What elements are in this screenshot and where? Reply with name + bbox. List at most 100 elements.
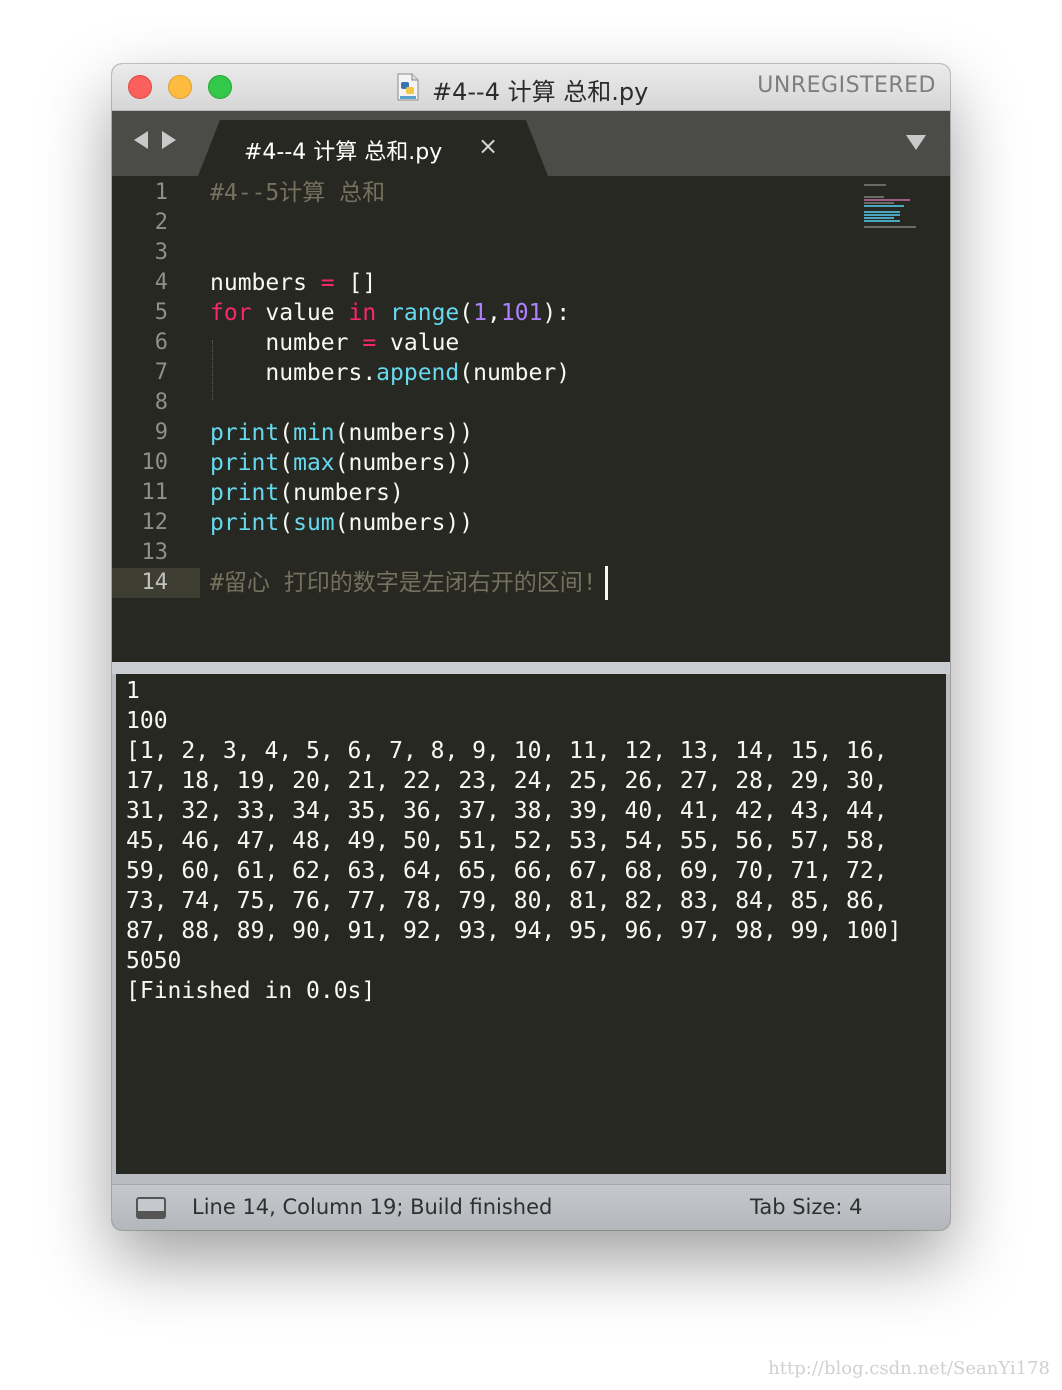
code-token: (numbers) xyxy=(279,480,404,506)
output-line: 5050 xyxy=(126,948,182,974)
code-token: in xyxy=(348,300,377,326)
output-line: [1, 2, 3, 4, 5, 6, 7, 8, 9, 10, 11, 12, … xyxy=(126,738,888,764)
code-line[interactable]: print(min(numbers)) xyxy=(210,418,473,448)
code-token: = xyxy=(320,270,335,296)
code-line[interactable]: number = value xyxy=(210,328,459,358)
text-cursor xyxy=(604,566,608,600)
gutter-row: 12 xyxy=(112,508,200,538)
minimap-line xyxy=(864,184,886,186)
gutter-row: 14 xyxy=(112,568,200,598)
gutter-row: 5 xyxy=(112,298,200,328)
minimize-window-button[interactable] xyxy=(168,75,192,99)
output-line: 1 xyxy=(126,678,140,704)
code-token: , xyxy=(487,300,501,326)
minimap-line xyxy=(864,196,884,198)
zoom-window-button[interactable] xyxy=(208,75,232,99)
code-token: (numbers)) xyxy=(334,510,474,536)
output-line: 31, 32, 33, 34, 35, 36, 37, 38, 39, 40, … xyxy=(126,798,888,824)
line-number: 11 xyxy=(141,480,169,505)
minimap-line xyxy=(864,211,900,213)
line-number: 2 xyxy=(154,210,168,235)
code-token: value xyxy=(251,300,349,326)
code-token: ): xyxy=(542,300,571,326)
code-line[interactable]: print(max(numbers)) xyxy=(210,448,473,478)
code-token: #留心 打印的数字是左闭右开的区间! xyxy=(210,570,597,596)
gutter-row: 4 xyxy=(112,268,200,298)
status-bar: Line 14, Column 19; Build finished Tab S… xyxy=(112,1184,950,1230)
close-window-button[interactable] xyxy=(128,75,152,99)
tab-close-icon[interactable]: × xyxy=(478,132,498,160)
gutter-row: 11 xyxy=(112,478,200,508)
code-line[interactable]: numbers = [] xyxy=(210,268,376,298)
minimap-line xyxy=(864,205,904,207)
minimap[interactable] xyxy=(864,184,924,234)
code-token: print xyxy=(210,450,280,476)
code-token: number xyxy=(210,330,363,356)
code-line[interactable]: print(numbers) xyxy=(210,478,404,508)
line-number: 14 xyxy=(141,570,169,595)
gutter-row: 9 xyxy=(112,418,200,448)
tab-bar: #4--4 计算 总和.py × xyxy=(112,111,950,176)
code-token: numbers. xyxy=(210,360,377,386)
output-line: 17, 18, 19, 20, 21, 22, 23, 24, 25, 26, … xyxy=(126,768,888,794)
code-line[interactable]: #留心 打印的数字是左闭右开的区间! xyxy=(210,568,597,598)
license-status-label: UNREGISTERED xyxy=(757,73,936,98)
code-token: ( xyxy=(279,420,294,446)
code-line[interactable]: numbers.append(number) xyxy=(210,358,570,388)
code-token: print xyxy=(210,420,280,446)
code-token: (number) xyxy=(459,360,571,386)
editor-window: #4--4 计算 总和.py UNREGISTERED #4--4 计算 总和.… xyxy=(112,64,950,1230)
gutter-row: 8 xyxy=(112,388,200,418)
status-position-text: Line 14, Column 19; Build finished xyxy=(192,1195,553,1219)
code-token: (numbers)) xyxy=(334,420,474,446)
tab-active-file[interactable]: #4--4 计算 总和.py × xyxy=(198,120,548,176)
code-token: ( xyxy=(459,300,474,326)
code-token: print xyxy=(210,510,280,536)
code-token: (numbers)) xyxy=(334,450,474,476)
line-number: 6 xyxy=(154,330,168,355)
panel-toggle-icon[interactable] xyxy=(136,1197,166,1219)
code-token: min xyxy=(293,420,335,446)
tab-label: #4--4 计算 总和.py xyxy=(244,140,443,165)
minimap-line xyxy=(864,220,900,222)
build-output[interactable]: 1 100 [1, 2, 3, 4, 5, 6, 7, 8, 9, 10, 11, … xyxy=(116,674,946,1174)
gutter-row: 2 xyxy=(112,208,200,238)
code-token: for xyxy=(210,300,252,326)
line-number: 7 xyxy=(154,360,168,385)
code-line[interactable]: for value in range(1,101): xyxy=(210,298,570,328)
output-line: [Finished in 0.0s] xyxy=(126,978,376,1004)
gutter-row: 10 xyxy=(112,448,200,478)
line-number: 5 xyxy=(154,300,168,325)
line-number: 9 xyxy=(154,420,168,445)
line-number: 1 xyxy=(154,180,168,205)
tab-list-dropdown-icon[interactable] xyxy=(906,135,926,150)
gutter-row: 7 xyxy=(112,358,200,388)
minimap-line xyxy=(864,214,900,216)
code-token: range xyxy=(390,300,460,326)
line-number: 3 xyxy=(154,240,168,265)
code-token: value xyxy=(376,330,460,356)
code-editor[interactable]: 1 2 3 4 5 6 7 8 9 10 11 12 13 14 #4--5计算 总和 numbers = … xyxy=(112,176,950,662)
gutter-row: 1 xyxy=(112,178,200,208)
panel-divider[interactable] xyxy=(112,662,950,674)
code-line[interactable]: #4--5计算 总和 xyxy=(210,178,385,208)
code-token: max xyxy=(293,450,335,476)
tab-forward-icon[interactable] xyxy=(162,131,176,149)
output-line: 45, 46, 47, 48, 49, 50, 51, 52, 53, 54, … xyxy=(126,828,888,854)
minimap-line xyxy=(864,199,910,201)
title-bar[interactable]: #4--4 计算 总和.py UNREGISTERED xyxy=(112,64,950,111)
code-token: 101 xyxy=(500,300,543,326)
tab-back-icon[interactable] xyxy=(134,131,148,149)
code-token: 1 xyxy=(473,300,488,326)
code-token: sum xyxy=(293,510,335,536)
minimap-line xyxy=(864,202,894,204)
line-number: 8 xyxy=(154,390,168,415)
output-line: 87, 88, 89, 90, 91, 92, 93, 94, 95, 96, … xyxy=(126,918,902,944)
code-line[interactable]: print(sum(numbers)) xyxy=(210,508,473,538)
code-token: append xyxy=(376,360,460,386)
code-token: [] xyxy=(334,270,377,296)
line-number: 4 xyxy=(154,270,168,295)
code-token: = xyxy=(362,330,377,356)
tab-size-selector[interactable]: Tab Size: 4 xyxy=(750,1195,862,1219)
